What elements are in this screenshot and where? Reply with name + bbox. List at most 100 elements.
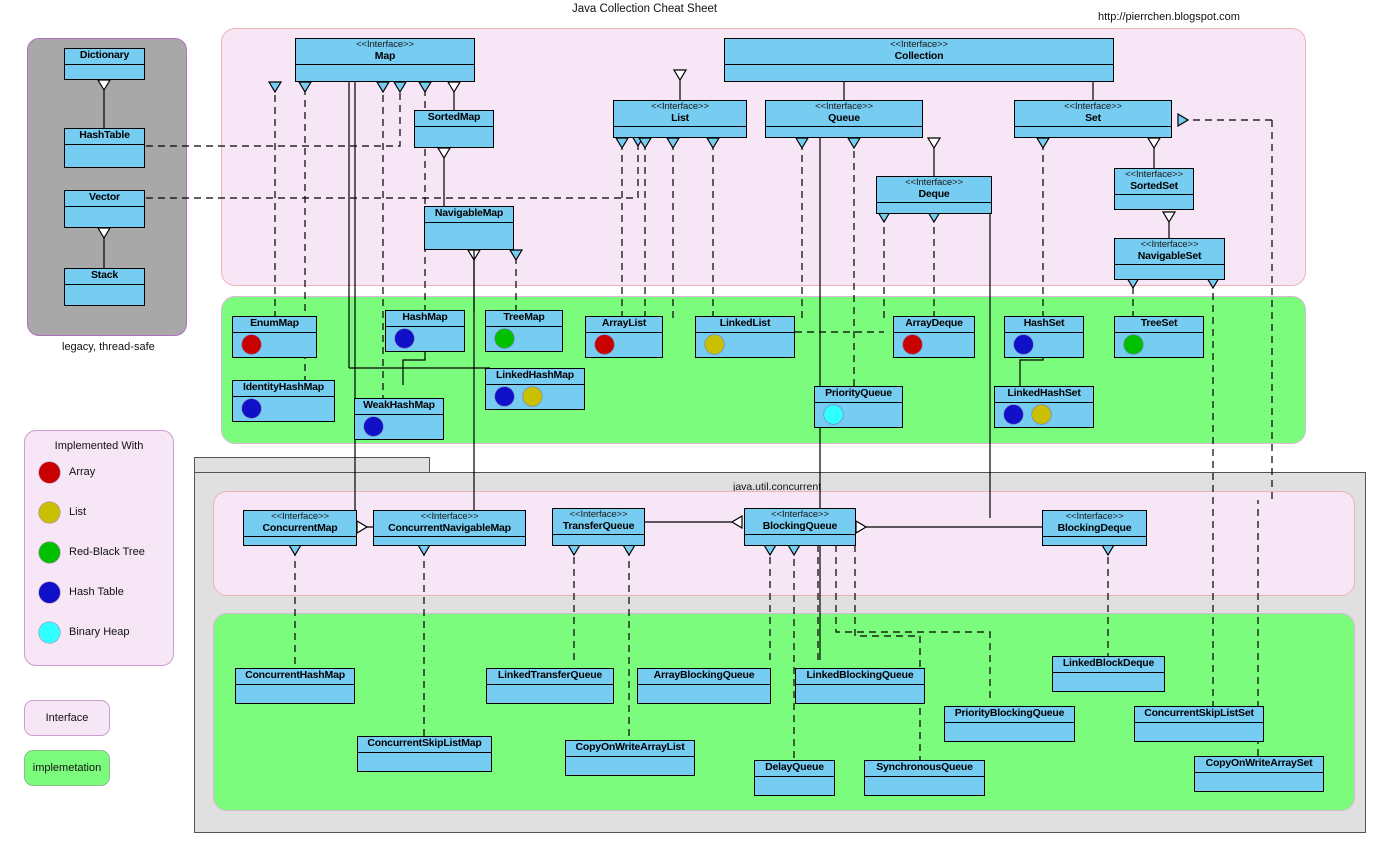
class-name: SynchronousQueue [867,762,982,774]
class-concurrentskiplistset[interactable]: ConcurrentSkipListSet [1134,706,1264,742]
class-hashmap[interactable]: HashMap [385,310,465,352]
class-name: TreeMap [488,312,560,324]
class-body [1005,333,1083,357]
class-enummap[interactable]: EnumMap [232,316,317,358]
class-treemap[interactable]: TreeMap [485,310,563,352]
interface-deque[interactable]: <<Interface>> Deque [876,176,992,214]
class-name: LinkedBlockingQueue [798,670,922,682]
interface-sortedset[interactable]: <<Interface>> SortedSet [1114,168,1194,210]
interface-name: SortedMap [417,112,491,124]
class-body [566,757,694,775]
class-linkedblockingqueue[interactable]: LinkedBlockingQueue [795,668,925,704]
class-body [487,685,613,703]
class-name: LinkedTransferQueue [489,670,611,682]
interface-collection[interactable]: <<Interface>> Collection [724,38,1114,82]
legend-label: Red-Black Tree [69,546,145,558]
interface-body [374,537,525,545]
class-name: EnumMap [235,318,314,330]
class-name: HashMap [388,312,462,324]
class-name: PriorityBlockingQueue [947,708,1072,720]
class-body [358,753,491,771]
interface-name: Map [298,51,472,63]
class-body [865,777,984,795]
interface-blockingdeque[interactable]: <<Interface>> BlockingDeque [1042,510,1147,546]
legend-item-binary-heap: Binary Heap [25,612,173,652]
class-body [355,415,443,439]
interface-name: BlockingQueue [747,521,853,533]
class-linkedhashmap[interactable]: LinkedHashMap [485,368,585,410]
interface-navigablemap[interactable]: NavigableMap [424,206,514,250]
class-linkedhashset[interactable]: LinkedHashSet [994,386,1094,428]
class-body [1195,773,1323,791]
class-arraylist[interactable]: ArrayList [585,316,663,358]
list-color-dot [39,502,60,523]
class-body [386,327,464,351]
class-delayqueue[interactable]: DelayQueue [754,760,835,796]
interface-queue[interactable]: <<Interface>> Queue [765,100,923,138]
class-name: LinkedHashSet [997,388,1091,400]
interface-name: Deque [879,189,989,201]
class-copyonwritearraylist[interactable]: CopyOnWriteArrayList [565,740,695,776]
class-body [755,777,834,795]
class-vector[interactable]: Vector [64,190,145,228]
interface-name: TransferQueue [555,521,642,533]
interface-concurrentnavigablemap[interactable]: <<Interface>> ConcurrentNavigableMap [373,510,526,546]
red-black-tree-color-dot [495,329,514,348]
class-concurrentskiplistmap[interactable]: ConcurrentSkipListMap [357,736,492,772]
interface-navigableset[interactable]: <<Interface>> NavigableSet [1114,238,1225,280]
class-body [1115,333,1203,357]
class-stack[interactable]: Stack [64,268,145,306]
interface-body [1115,265,1224,279]
class-dictionary[interactable]: Dictionary [64,48,145,80]
class-body [486,385,584,409]
class-name: ConcurrentSkipListSet [1137,708,1261,720]
class-concurrenthashmap[interactable]: ConcurrentHashMap [235,668,355,704]
class-weakhashmap[interactable]: WeakHashMap [354,398,444,440]
class-priorityblockingqueue[interactable]: PriorityBlockingQueue [944,706,1075,742]
class-body [1135,723,1263,741]
interface-list[interactable]: <<Interface>> List [613,100,747,138]
class-body [1053,673,1164,691]
interface-body [877,203,991,213]
class-body [233,333,316,357]
class-name: LinkedHashMap [488,370,582,382]
interface-transferqueue[interactable]: <<Interface>> TransferQueue [552,508,645,546]
legend-item-red-black-tree: Red-Black Tree [25,532,173,572]
interface-concurrentmap[interactable]: <<Interface>> ConcurrentMap [243,510,357,546]
interface-set[interactable]: <<Interface>> Set [1014,100,1172,138]
class-priorityqueue[interactable]: PriorityQueue [814,386,903,428]
class-body [65,285,144,305]
class-linkedlist[interactable]: LinkedList [695,316,795,358]
class-linkedblockdeque[interactable]: LinkedBlockDeque [1052,656,1165,692]
class-hashset[interactable]: HashSet [1004,316,1084,358]
package-tab [194,457,430,473]
hash-table-color-dot [39,582,60,603]
interface-map[interactable]: <<Interface>> Map [295,38,475,82]
class-name: Stack [67,270,142,282]
interface-name: ConcurrentNavigableMap [376,523,523,535]
legend-label: Binary Heap [69,626,130,638]
class-copyonwritearrayset[interactable]: CopyOnWriteArraySet [1194,756,1324,792]
interface-name: SortedSet [1117,181,1191,193]
class-body [65,145,144,167]
class-linkedtransferqueue[interactable]: LinkedTransferQueue [486,668,614,704]
page-title: Java Collection Cheat Sheet [572,3,717,15]
class-body [586,333,662,357]
interface-sortedmap[interactable]: SortedMap [414,110,494,148]
interface-body [745,535,855,545]
legend-label: Array [69,466,95,478]
class-name: IdentityHashMap [235,382,332,394]
legend-item-hash-table: Hash Table [25,572,173,612]
class-arrayblockingqueue[interactable]: ArrayBlockingQueue [637,668,771,704]
interface-blockingqueue[interactable]: <<Interface>> BlockingQueue [744,508,856,546]
list-color-dot [1032,405,1051,424]
class-body [65,65,144,79]
interface-name: BlockingDeque [1045,523,1144,535]
interface-body [766,127,922,137]
class-treeset[interactable]: TreeSet [1114,316,1204,358]
interface-name: Collection [727,51,1111,63]
class-arraydeque[interactable]: ArrayDeque [893,316,975,358]
class-hashtable[interactable]: HashTable [64,128,145,168]
class-synchronousqueue[interactable]: SynchronousQueue [864,760,985,796]
class-identityhashmap[interactable]: IdentityHashMap [232,380,335,422]
